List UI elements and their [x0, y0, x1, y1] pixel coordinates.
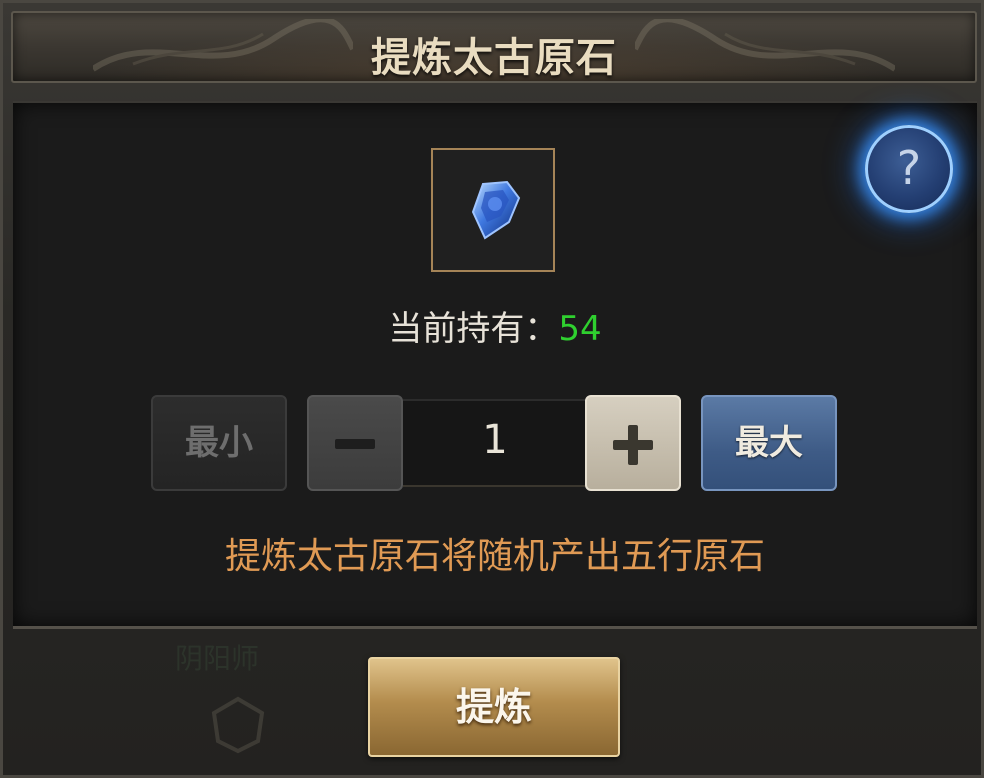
item-slot[interactable] — [431, 148, 555, 272]
refine-dialog: 提炼太古原石 ? 当前持有：54 最小 1 最大 提炼太古原石将随机产出五行原石… — [0, 0, 984, 778]
holding-value: 54 — [558, 309, 602, 349]
min-button[interactable]: 最小 — [151, 395, 287, 491]
plus-icon-vertical — [628, 425, 638, 465]
quantity-stepper: 最小 1 最大 — [151, 395, 841, 491]
max-button[interactable]: 最大 — [701, 395, 837, 491]
decrease-button[interactable] — [307, 395, 403, 491]
dialog-title: 提炼太古原石 — [371, 35, 617, 81]
increase-button[interactable] — [585, 395, 681, 491]
refine-button[interactable]: 提炼 — [368, 657, 620, 757]
faint-emblem-icon — [211, 696, 265, 754]
bottom-area: 阴阳师 提炼 — [13, 633, 977, 773]
question-mark-icon: ? — [896, 141, 922, 195]
refine-hint: 提炼太古原石将随机产出五行原石 — [224, 536, 765, 577]
background-faint-label: 阴阳师 — [175, 642, 260, 675]
content-panel: ? 当前持有：54 最小 1 最大 提炼太古原石将随机产出五行原石 — [13, 101, 977, 629]
minus-icon — [335, 439, 375, 449]
help-button[interactable]: ? — [865, 125, 953, 213]
blue-gem-icon — [471, 180, 521, 240]
quantity-field[interactable]: 1 — [403, 399, 587, 487]
holding-label: 当前持有： — [388, 309, 559, 349]
holding-count: 当前持有：54 — [13, 301, 977, 350]
title-bar: 提炼太古原石 — [11, 11, 977, 83]
